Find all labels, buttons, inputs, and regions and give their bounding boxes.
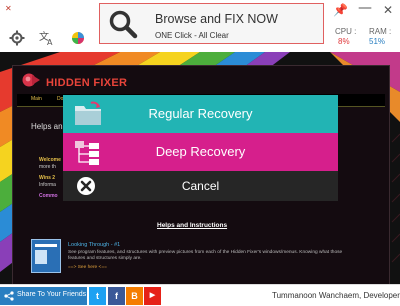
- cpu-value: 8%: [338, 37, 350, 46]
- helps-heading: Helps and: [31, 122, 68, 131]
- app-icon: ✕: [5, 4, 12, 13]
- youtube-icon[interactable]: ▶: [144, 287, 161, 305]
- bullet-welcome: Welcome: [39, 157, 61, 163]
- settings-icon[interactable]: [9, 30, 25, 46]
- cancel-label: Cancel: [181, 179, 220, 193]
- browse-title: Browse and FIX NOW: [155, 12, 278, 26]
- browse-subtitle: ONE Click - All Clear: [155, 31, 229, 40]
- menu-item-main[interactable]: Main: [31, 96, 42, 102]
- ram-label: RAM :: [369, 27, 392, 36]
- regular-recovery-button[interactable]: Regular Recovery: [63, 95, 338, 133]
- language-icon[interactable]: 文 A: [39, 30, 55, 46]
- deep-recovery-label: Deep Recovery: [155, 144, 246, 159]
- share-label: Share To Your Friends: [17, 291, 87, 298]
- looking-through-text: See program features, and structures wit…: [68, 250, 343, 261]
- bullet-informa: Informa: [39, 182, 56, 188]
- title-bar: ✕ 文 A Browse and FIX NOW ONE Click - All…: [0, 0, 400, 52]
- looking-through-thumbnail: [31, 239, 61, 273]
- recovery-dialog: Regular Recovery Deep Recovery Cancel: [63, 95, 338, 207]
- bullet-more: more th: [39, 164, 56, 170]
- pin-icon[interactable]: 📌: [333, 3, 348, 17]
- regular-recovery-label: Regular Recovery: [148, 106, 253, 121]
- developer-credit: Tummanoon Wanchaem, Developer: [272, 291, 400, 300]
- minimize-icon[interactable]: —: [358, 0, 372, 16]
- close-icon[interactable]: ✕: [383, 3, 393, 17]
- color-icon[interactable]: [70, 30, 86, 46]
- hidden-fixer-logo: [22, 73, 40, 87]
- app-brand: HIDDEN FIXER: [46, 77, 128, 89]
- share-button[interactable]: Share To Your Friends: [0, 287, 87, 305]
- browse-and-fix-button[interactable]: Browse and FIX NOW ONE Click - All Clear: [99, 3, 324, 44]
- cancel-button[interactable]: Cancel: [63, 171, 338, 201]
- deep-recovery-button[interactable]: Deep Recovery: [63, 133, 338, 171]
- bullet-wins: Wins 2: [39, 175, 56, 181]
- looking-through-title[interactable]: Looking Through - #1: [68, 242, 120, 248]
- ram-value: 51%: [369, 37, 386, 46]
- blogger-icon[interactable]: B: [126, 287, 143, 305]
- share-icon: [4, 291, 14, 301]
- helps-instructions-heading: Helps and Instructions: [157, 222, 228, 229]
- twitter-icon[interactable]: t: [89, 287, 106, 305]
- cpu-label: CPU :: [335, 27, 357, 36]
- bullet-commo: Commo: [39, 193, 58, 199]
- search-icon: [109, 10, 138, 39]
- facebook-icon[interactable]: f: [108, 287, 125, 305]
- svg-text:A: A: [47, 38, 53, 46]
- looking-through-link[interactable]: ==> See here <==: [68, 265, 107, 270]
- status-bar: Share To Your Friends t f B ▶ Tummanoon …: [0, 284, 400, 306]
